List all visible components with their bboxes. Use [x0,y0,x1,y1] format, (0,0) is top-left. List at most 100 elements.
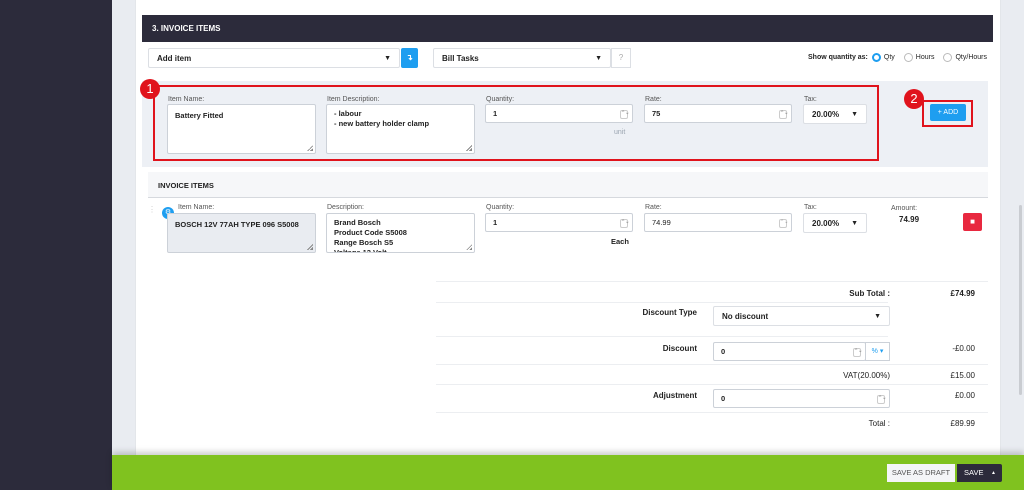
adjustment-value: 0 [721,394,726,403]
save-label: SAVE [964,468,984,477]
discount-label: Discount [662,344,697,353]
row-tax-value: 20.00% [812,218,840,228]
divider [436,364,988,365]
row-rate-input[interactable]: 74.99 ⌃⌄ [644,213,792,232]
resize-icon [307,244,313,250]
spinner-icon[interactable]: ⌃⌄ [620,110,629,119]
add-item-value: Add item [157,53,192,63]
chevron-down-icon: ▼ [874,312,881,320]
row-name-label: Item Name: [178,204,215,211]
chevron-down-icon: ▼ [595,54,602,62]
radio-qty-hours-label: Qty/Hours [955,54,987,61]
spinner-icon[interactable]: ⌃⌄ [877,395,886,404]
quantity-value: 1 [493,109,498,118]
resize-icon [466,244,472,250]
resize-icon [466,145,472,151]
add-button[interactable]: + ADD [930,104,966,121]
adjustment-input[interactable]: 0 ⌃⌄ [713,389,890,408]
total-label: Total : [868,419,890,428]
annotation-1: 1 [140,79,160,99]
discount-value: 0 [721,347,726,356]
discount-type-select[interactable]: No discount ▼ [713,306,890,326]
subtotal-label: Sub Total : [849,289,890,298]
spinner-icon[interactable]: ⌃⌄ [620,219,629,228]
save-button[interactable]: SAVE ▲ [957,464,1002,482]
divider [436,412,988,413]
subtotal-value: £74.99 [950,289,975,298]
radio-hours-label: Hours [915,54,935,61]
show-quantity-as: Show quantity as: Qty Hours Qty/Hours [808,53,987,62]
annotation-2: 2 [904,89,924,109]
amount-label: Amount: [891,205,918,212]
vat-label: VAT(20.00%) [843,371,890,380]
discount-input[interactable]: 0 ⌃⌄ [713,342,866,361]
spinner-icon[interactable]: ⌃⌄ [779,219,788,228]
help-button[interactable]: ? [611,48,631,68]
spinner-icon[interactable]: ⌃⌄ [779,110,788,119]
bill-tasks-select[interactable]: Bill Tasks ▼ [433,48,611,68]
chevron-down-icon: ▼ [851,110,858,118]
item-name-input[interactable]: Battery Fitted [167,104,316,154]
discount-type-label: Discount Type [642,308,697,317]
import-item-button[interactable]: ↴ [401,48,418,68]
row-description-label: Description: [327,204,364,211]
drag-handle-icon[interactable]: ⋮ [148,205,156,214]
rate-value: 75 [652,109,661,118]
quantity-label: Quantity: [486,96,515,103]
item-description-value: - labour - new battery holder clamp [334,109,430,128]
row-name-input[interactable]: BOSCH 12V 77AH TYPE 096 S5008 [167,213,316,253]
radio-qty-label: Qty [883,54,895,61]
row-name-value: BOSCH 12V 77AH TYPE 096 S5008 [175,220,299,229]
question-icon: ? [618,53,624,62]
rate-input[interactable]: 75 ⌃⌄ [644,104,792,123]
invoice-items-header: INVOICE ITEMS [148,172,988,198]
tax-select[interactable]: 20.00% ▼ [803,104,867,124]
radio-qty[interactable] [871,53,881,62]
row-quantity-input[interactable]: 1 ⌃⌄ [485,213,633,232]
discount-unit-select[interactable]: % ▾ [865,342,890,361]
total-value: £89.99 [950,419,975,428]
item-description-label: Item Description: [327,96,380,103]
vat-value: £15.00 [950,371,975,380]
row-description-input[interactable]: Brand Bosch Product Code S5008 Range Bos… [326,213,475,253]
row-quantity-label: Quantity: [486,204,515,211]
radio-hours[interactable] [903,53,913,62]
item-name-label: Item Name: [168,96,205,103]
discount-amount: -£0.00 [952,344,975,353]
sidebar [0,0,112,490]
section-title: 3. INVOICE ITEMS [142,15,993,42]
item-name-value: Battery Fitted [175,111,224,120]
radio-qty-hours[interactable] [943,53,953,62]
arrow-icon: ↴ [406,53,413,62]
tax-value: 20.00% [812,109,840,119]
spinner-icon[interactable]: ⌃⌄ [853,348,862,357]
tax-label: Tax: [804,96,817,103]
resize-icon [307,145,313,151]
show-qty-label: Show quantity as: [808,54,868,61]
chevron-down-icon: ▼ [851,219,858,227]
bill-tasks-value: Bill Tasks [442,53,479,63]
row-description-value: Brand Bosch Product Code S5008 Range Bos… [334,218,407,253]
add-item-select[interactable]: Add item ▼ [148,48,400,68]
divider [436,336,888,337]
quantity-input[interactable]: 1 ⌃⌄ [485,104,633,123]
row-tax-label: Tax: [804,204,817,211]
row-tax-select[interactable]: 20.00% ▼ [803,213,867,233]
unit-label: unit [614,129,626,136]
trash-icon: ■ [970,217,975,226]
divider [436,302,888,303]
amount-value: 74.99 [899,215,920,224]
chevron-down-icon: ▼ [384,54,391,62]
delete-button[interactable]: ■ [963,213,982,231]
scrollbar[interactable] [1019,205,1022,395]
save-as-draft-button[interactable]: SAVE AS DRAFT [887,464,955,482]
discount-unit-value: % [871,348,878,355]
item-description-input[interactable]: - labour - new battery holder clamp [326,104,475,154]
row-unit: Each [611,237,629,246]
row-quantity-value: 1 [493,218,498,227]
adjustment-label: Adjustment [653,391,697,400]
discount-type-value: No discount [722,311,769,321]
row-rate-value: 74.99 [652,218,671,227]
divider [436,281,988,282]
caret-up-icon[interactable]: ▲ [991,464,996,482]
